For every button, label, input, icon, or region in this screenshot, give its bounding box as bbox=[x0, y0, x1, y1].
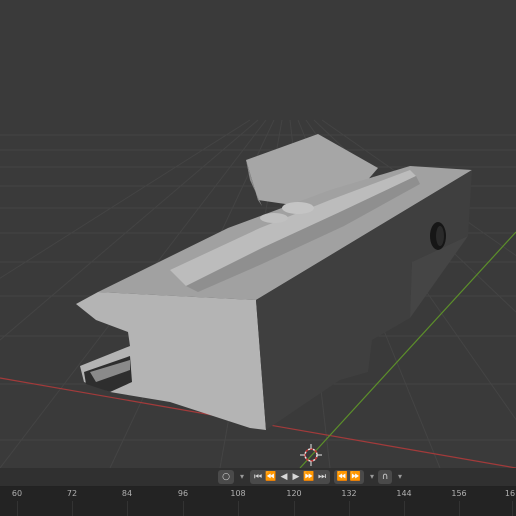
keying-next-icon[interactable]: ⏩ bbox=[349, 470, 362, 484]
play-icon[interactable]: ▶ bbox=[290, 470, 302, 484]
playback-controls: ⏮ ⏪ ◀ ▶ ⏩ ⏭ bbox=[250, 470, 330, 484]
timeline-ruler[interactable]: 60 72 84 96 108 120 132 144 156 16 bbox=[0, 487, 516, 516]
ruler-label: 72 bbox=[66, 489, 78, 498]
ruler-label: 108 bbox=[230, 489, 246, 498]
ruler-label: 16 bbox=[504, 489, 516, 498]
mesh-part[interactable] bbox=[76, 134, 472, 430]
snap-icon[interactable]: ∩ bbox=[378, 470, 392, 484]
3d-viewport[interactable] bbox=[0, 0, 516, 468]
blender-window: ○ ▾ ⏮ ⏪ ◀ ▶ ⏩ ⏭ ⏪ ⏩ ▾ ∩ ▾ 60 72 84 96 10… bbox=[0, 0, 516, 516]
jump-end-icon[interactable]: ⏭ bbox=[316, 470, 328, 484]
ruler-label: 144 bbox=[396, 489, 412, 498]
jump-start-icon[interactable]: ⏮ bbox=[252, 470, 264, 484]
timeline-header: ○ ▾ ⏮ ⏪ ◀ ▶ ⏩ ⏭ ⏪ ⏩ ▾ ∩ ▾ bbox=[0, 468, 516, 487]
keying-prev-icon[interactable]: ⏪ bbox=[336, 470, 349, 484]
chevron-down-icon[interactable]: ▾ bbox=[366, 470, 378, 484]
record-icon[interactable]: ○ bbox=[218, 470, 234, 484]
next-keyframe-icon[interactable]: ⏩ bbox=[302, 470, 316, 484]
chevron-down-icon[interactable]: ▾ bbox=[236, 470, 248, 484]
ruler-label: 60 bbox=[11, 489, 23, 498]
viewport-canvas[interactable] bbox=[0, 0, 516, 468]
ruler-label: 132 bbox=[341, 489, 357, 498]
ruler-label: 84 bbox=[121, 489, 133, 498]
ruler-label: 120 bbox=[286, 489, 302, 498]
play-reverse-icon[interactable]: ◀ bbox=[278, 470, 290, 484]
ruler-label: 96 bbox=[177, 489, 189, 498]
chevron-down-icon[interactable]: ▾ bbox=[394, 470, 406, 484]
timeline-editor: ○ ▾ ⏮ ⏪ ◀ ▶ ⏩ ⏭ ⏪ ⏩ ▾ ∩ ▾ 60 72 84 96 10… bbox=[0, 468, 516, 516]
keying-controls: ⏪ ⏩ bbox=[334, 470, 364, 484]
ruler-label: 156 bbox=[451, 489, 467, 498]
prev-keyframe-icon[interactable]: ⏪ bbox=[264, 470, 278, 484]
